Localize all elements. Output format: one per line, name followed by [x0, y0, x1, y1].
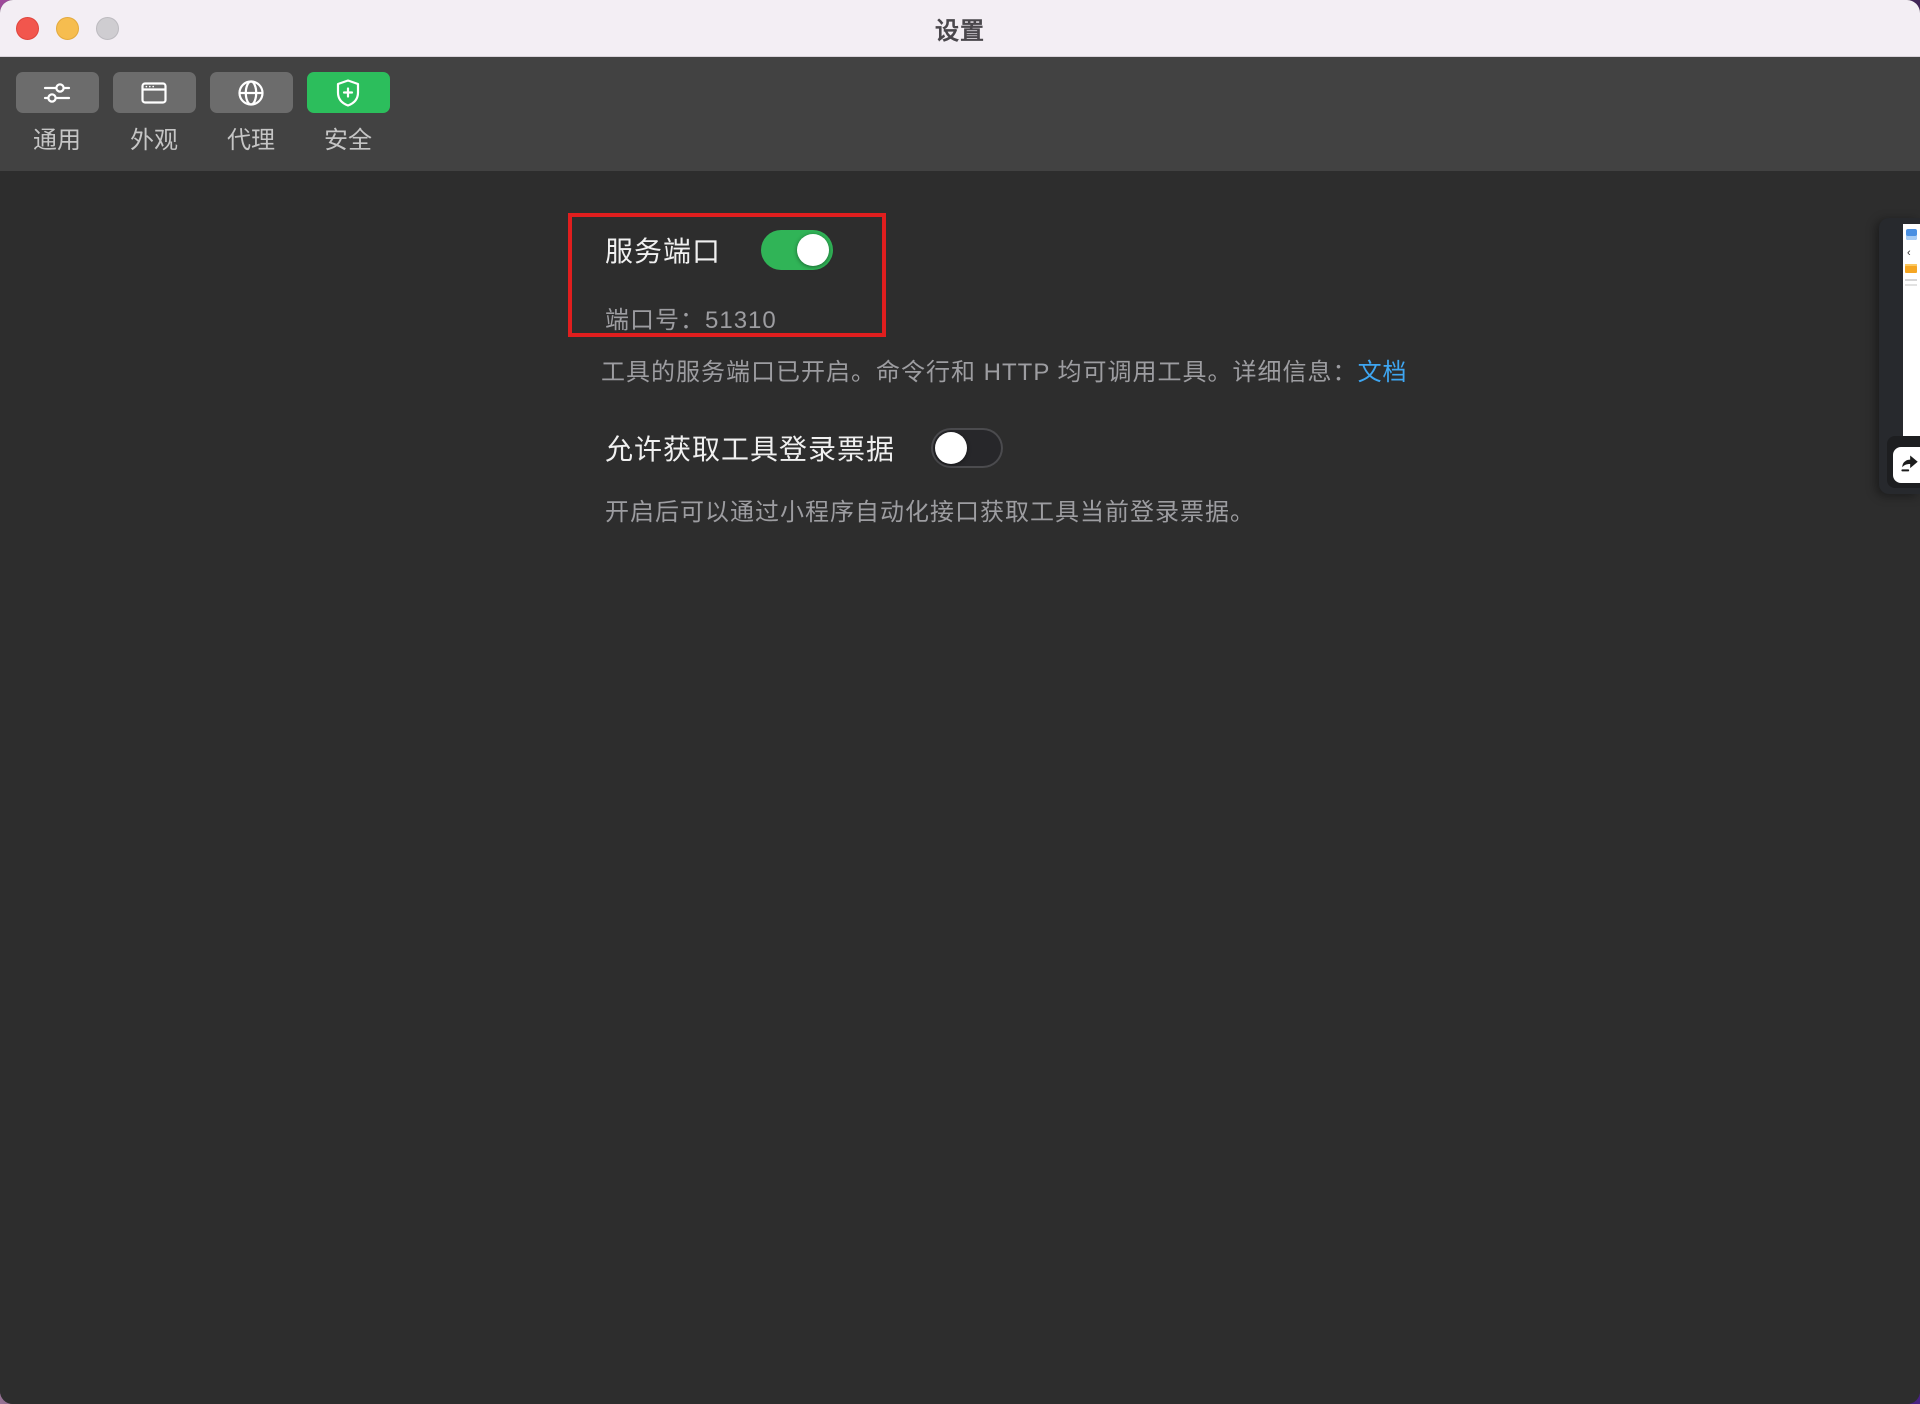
content-area: 服务端口 端口号：51310 工具的服务端口已开启。命令行和 HTTP 均可调用…	[0, 171, 1920, 1404]
service-port-toggle[interactable]	[761, 230, 833, 270]
minimize-button[interactable]	[56, 17, 79, 40]
tab-general-label: 通用	[33, 120, 81, 155]
close-button[interactable]	[16, 17, 39, 40]
login-ticket-toggle[interactable]	[931, 428, 1003, 468]
window-icon	[137, 76, 171, 110]
service-port-row: 服务端口	[605, 230, 833, 270]
login-ticket-label: 允许获取工具登录票据	[605, 428, 895, 468]
tab-proxy-button[interactable]	[210, 72, 293, 113]
service-port-description: 工具的服务端口已开启。命令行和 HTTP 均可调用工具。详细信息：文档	[601, 352, 1408, 387]
toggle-knob	[935, 432, 967, 464]
sliders-icon	[40, 76, 74, 110]
tab-general-button[interactable]	[16, 72, 99, 113]
service-port-label: 服务端口	[605, 230, 721, 270]
login-ticket-row: 允许获取工具登录票据	[605, 428, 1003, 468]
service-port-description-text: 工具的服务端口已开启。命令行和 HTTP 均可调用工具。详细信息：	[601, 359, 1358, 386]
tab-appearance[interactable]: 外观	[112, 72, 196, 155]
tab-proxy[interactable]: 代理	[209, 72, 293, 155]
globe-icon	[234, 76, 268, 110]
share-arrow-icon	[1898, 451, 1920, 480]
titlebar: 设置	[0, 0, 1920, 57]
port-number-text: 端口号：51310	[605, 300, 777, 335]
toggle-knob	[797, 234, 829, 266]
chevron-icon: ‹	[1907, 248, 1911, 259]
tab-general[interactable]: 通用	[15, 72, 99, 155]
tab-proxy-label: 代理	[227, 120, 275, 155]
tab-appearance-label: 外观	[130, 120, 178, 155]
tab-security-button[interactable]	[307, 72, 390, 113]
app-icon	[1906, 229, 1917, 240]
login-ticket-description: 开启后可以通过小程序自动化接口获取工具当前登录票据。	[605, 492, 1255, 527]
tab-security-label: 安全	[324, 120, 372, 155]
zoom-button-disabled	[96, 17, 119, 40]
docs-link[interactable]: 文档	[1358, 359, 1408, 386]
settings-toolbar: 通用 外观	[0, 57, 1920, 171]
traffic-lights	[16, 0, 119, 57]
peek-window-content: ‹	[1903, 224, 1920, 436]
window-title: 设置	[0, 11, 1920, 46]
shield-plus-icon	[331, 76, 365, 110]
tab-appearance-button[interactable]	[113, 72, 196, 113]
tab-security[interactable]: 安全	[306, 72, 390, 155]
settings-window: 设置 通用	[0, 0, 1920, 1404]
peek-window[interactable]: ‹	[1879, 218, 1920, 494]
list-lines	[1905, 279, 1917, 281]
share-button[interactable]	[1893, 447, 1920, 483]
folder-icon	[1905, 264, 1917, 273]
